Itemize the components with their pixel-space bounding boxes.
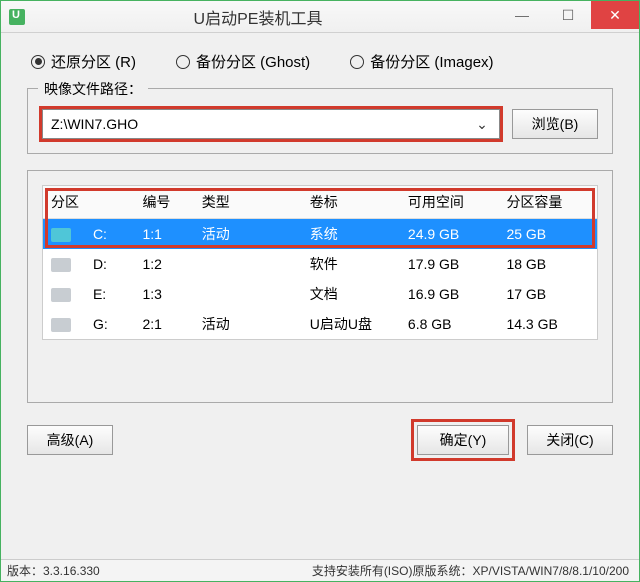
status-bar: 版本：3.3.16.330 支持安装所有(ISO)原版系统：XP/VISTA/W… <box>1 559 639 581</box>
table-row[interactable]: C:1:1活动系统24.9 GB25 GB <box>43 219 597 250</box>
cell-capacity: 14.3 GB <box>498 309 597 339</box>
image-path-label: 映像文件路径： <box>38 79 148 99</box>
close-button[interactable]: ✕ <box>591 1 639 29</box>
cell-label: U启动U盘 <box>302 309 400 339</box>
cell-capacity: 17 GB <box>498 279 597 309</box>
radio-icon <box>350 55 364 69</box>
cell-type <box>194 249 302 279</box>
maximize-button[interactable]: ☐ <box>545 1 591 29</box>
cell-capacity: 18 GB <box>498 249 597 279</box>
cell-free: 24.9 GB <box>400 219 499 250</box>
drive-icon <box>51 228 71 242</box>
cell-type: 活动 <box>194 219 302 250</box>
col-label[interactable]: 卷标 <box>302 186 400 219</box>
col-capacity[interactable]: 分区容量 <box>498 186 597 219</box>
cell-type: 活动 <box>194 309 302 339</box>
title-bar: U启动PE装机工具 — ☐ ✕ <box>1 1 639 33</box>
minimize-button[interactable]: — <box>499 1 545 29</box>
partition-table-group: 分区 编号 类型 卷标 可用空间 分区容量 C:1:1活动系统24.9 GB25… <box>27 170 613 403</box>
cell-label: 文档 <box>302 279 400 309</box>
partition-table-wrap: 分区 编号 类型 卷标 可用空间 分区容量 C:1:1活动系统24.9 GB25… <box>42 185 598 340</box>
support-text: 支持安装所有(ISO)原版系统：XP/VISTA/WIN7/8/8.1/10/2… <box>124 562 633 579</box>
window-controls: — ☐ ✕ <box>499 1 639 32</box>
table-header-row: 分区 编号 类型 卷标 可用空间 分区容量 <box>43 186 597 219</box>
partition-table: 分区 编号 类型 卷标 可用空间 分区容量 C:1:1活动系统24.9 GB25… <box>43 186 597 339</box>
radio-label: 备份分区 (Imagex) <box>370 51 493 72</box>
radio-label: 备份分区 (Ghost) <box>196 51 310 72</box>
window-title: U启动PE装机工具 <box>37 5 499 29</box>
ok-button[interactable]: 确定(Y) <box>417 425 509 455</box>
radio-label: 还原分区 (R) <box>51 51 136 72</box>
mode-radio-group: 还原分区 (R) 备份分区 (Ghost) 备份分区 (Imagex) <box>25 51 615 72</box>
radio-restore[interactable]: 还原分区 (R) <box>31 51 136 72</box>
version-text: 版本：3.3.16.330 <box>7 562 100 579</box>
ok-highlight: 确定(Y) <box>411 419 515 461</box>
cell-type <box>194 279 302 309</box>
table-row[interactable]: E:1:3 文档16.9 GB17 GB <box>43 279 597 309</box>
drive-icon <box>51 258 71 272</box>
main-window: U启动PE装机工具 — ☐ ✕ 还原分区 (R) 备份分区 (Ghost) 备份… <box>0 0 640 582</box>
image-path-group: 映像文件路径： Z:\WIN7.GHO ⌄ 浏览(B) <box>27 88 613 154</box>
cell-letter: E: <box>85 279 135 309</box>
cell-letter: G: <box>85 309 135 339</box>
table-row[interactable]: D:1:2 软件17.9 GB18 GB <box>43 249 597 279</box>
cell-capacity: 25 GB <box>498 219 597 250</box>
browse-button[interactable]: 浏览(B) <box>512 109 598 139</box>
radio-backup-ghost[interactable]: 备份分区 (Ghost) <box>176 51 310 72</box>
cell-number: 2:1 <box>134 309 193 339</box>
content-area: 还原分区 (R) 备份分区 (Ghost) 备份分区 (Imagex) 映像文件… <box>1 33 639 559</box>
table-row[interactable]: G:2:1活动U启动U盘6.8 GB14.3 GB <box>43 309 597 339</box>
col-partition[interactable]: 分区 <box>43 186 134 219</box>
col-type[interactable]: 类型 <box>194 186 302 219</box>
cell-number: 1:2 <box>134 249 193 279</box>
cell-free: 16.9 GB <box>400 279 499 309</box>
col-number[interactable]: 编号 <box>134 186 193 219</box>
cell-free: 6.8 GB <box>400 309 499 339</box>
cell-letter: D: <box>85 249 135 279</box>
table-body: C:1:1活动系统24.9 GB25 GBD:1:2软件17.9 GB18 GB… <box>43 219 597 340</box>
image-path-value: Z:\WIN7.GHO <box>51 116 473 132</box>
image-path-combo[interactable]: Z:\WIN7.GHO ⌄ <box>42 109 500 139</box>
cell-number: 1:1 <box>134 219 193 250</box>
radio-icon <box>176 55 190 69</box>
cell-number: 1:3 <box>134 279 193 309</box>
col-free[interactable]: 可用空间 <box>400 186 499 219</box>
cell-label: 软件 <box>302 249 400 279</box>
drive-icon <box>51 288 71 302</box>
footer-buttons: 高级(A) 确定(Y) 关闭(C) <box>25 419 615 467</box>
cell-label: 系统 <box>302 219 400 250</box>
cell-letter: C: <box>85 219 135 250</box>
radio-backup-imagex[interactable]: 备份分区 (Imagex) <box>350 51 493 72</box>
close-dialog-button[interactable]: 关闭(C) <box>527 425 613 455</box>
advanced-button[interactable]: 高级(A) <box>27 425 113 455</box>
cell-free: 17.9 GB <box>400 249 499 279</box>
chevron-down-icon: ⌄ <box>473 116 491 133</box>
drive-icon <box>51 318 71 332</box>
image-path-row: Z:\WIN7.GHO ⌄ 浏览(B) <box>42 109 598 139</box>
radio-icon <box>31 55 45 69</box>
app-icon <box>9 9 25 25</box>
